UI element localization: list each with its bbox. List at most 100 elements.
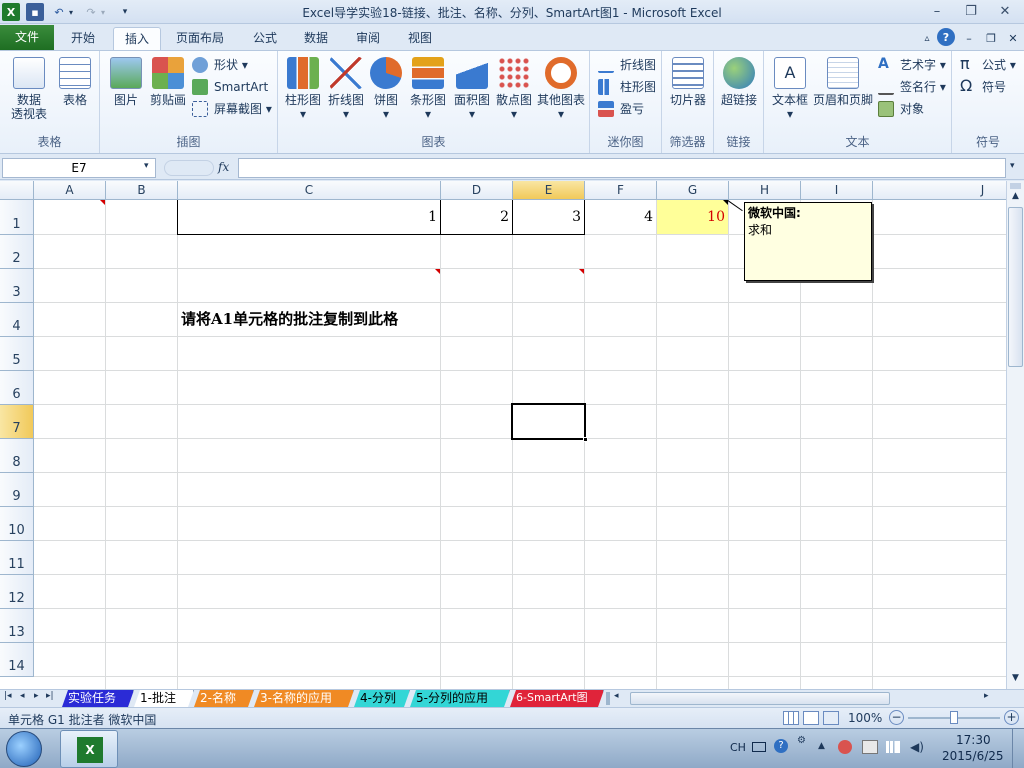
restore-icon[interactable]: ❐	[958, 2, 984, 21]
zoom-slider-thumb[interactable]	[950, 711, 958, 724]
signal-tray-icon[interactable]	[886, 741, 900, 753]
taskbar-excel-button[interactable]: X	[60, 730, 118, 768]
smartart-button[interactable]: SmartArt	[192, 77, 268, 97]
row-header-1[interactable]: 1	[0, 200, 34, 235]
doc-restore-icon[interactable]: ❐	[982, 29, 1000, 47]
row-header-12[interactable]: 12	[0, 575, 34, 609]
sparkline-line-button[interactable]: 折线图	[598, 55, 656, 75]
tab-data[interactable]: 数据	[293, 27, 339, 50]
tray-options-icon[interactable]: ⚙	[797, 735, 806, 746]
minimize-icon[interactable]: –	[924, 2, 950, 21]
next-sheet-icon[interactable]: ▸	[34, 691, 39, 701]
hyperlink-button[interactable]: 超链接	[716, 57, 762, 107]
column-header-c[interactable]: C	[178, 181, 441, 200]
page-layout-view-icon[interactable]	[803, 711, 819, 725]
tab-file[interactable]: 文件	[0, 25, 54, 50]
first-sheet-icon[interactable]: |◂	[4, 691, 12, 701]
cell-c4[interactable]: 请将A1单元格的批注复制到此格	[178, 303, 440, 337]
fill-handle[interactable]	[583, 437, 588, 442]
sparkline-column-button[interactable]: 柱形图	[598, 77, 656, 97]
picture-button[interactable]: 图片	[104, 57, 148, 107]
row-header-2[interactable]: 2	[0, 235, 34, 269]
row-header-5[interactable]: 5	[0, 337, 34, 371]
row-header-13[interactable]: 13	[0, 609, 34, 643]
tab-review[interactable]: 审阅	[345, 27, 391, 50]
cell-d1[interactable]: 2	[441, 201, 512, 235]
column-chart-button[interactable]: 柱形图 ▾	[282, 57, 324, 121]
insert-function-button[interactable]: fx	[218, 160, 229, 174]
close-icon[interactable]: ✕	[992, 2, 1018, 21]
other-charts-button[interactable]: 其他图表 ▾	[534, 57, 588, 121]
formula-splitter-icon[interactable]	[164, 160, 214, 176]
sparkline-winloss-button[interactable]: 盈亏	[598, 99, 644, 119]
clipart-button[interactable]: 剪贴画	[146, 57, 190, 107]
show-hidden-icons[interactable]: ▲	[818, 741, 825, 751]
tab-formulas[interactable]: 公式	[242, 27, 288, 50]
zoom-out-icon[interactable]: −	[889, 710, 904, 725]
symbol-button[interactable]: Ω 符号	[960, 77, 1006, 97]
tab-insert[interactable]: 插入	[113, 27, 162, 50]
table-button[interactable]: 表格	[54, 57, 96, 107]
show-desktop-button[interactable]	[1012, 729, 1024, 768]
clock-time[interactable]: 17:30	[956, 733, 991, 747]
sheet-tab-names[interactable]: 2-名称	[194, 690, 254, 707]
column-header-d[interactable]: D	[441, 181, 513, 200]
sheet-tab-tasks[interactable]: 实验任务	[62, 690, 134, 707]
tab-split-handle[interactable]	[606, 692, 610, 705]
row-header-7[interactable]: 7	[0, 405, 34, 439]
textbox-button[interactable]: A 文本框 ▾	[768, 57, 812, 121]
name-box[interactable]: E7	[2, 158, 156, 178]
row-header-3[interactable]: 3	[0, 269, 34, 303]
screenshot-button[interactable]: 屏幕截图 ▾	[192, 99, 272, 119]
help-icon[interactable]: ?	[937, 28, 955, 46]
shapes-button[interactable]: 形状 ▾	[192, 55, 248, 75]
tab-home[interactable]: 开始	[60, 27, 106, 50]
sheet-tab-names-usage[interactable]: 3-名称的应用	[254, 690, 354, 707]
column-header-h[interactable]: H	[729, 181, 801, 200]
h-scroll-left-icon[interactable]: ◂	[614, 691, 619, 701]
sheet-tab-comments[interactable]: 1-批注	[134, 690, 194, 707]
pivottable-button[interactable]: 数据 透视表	[4, 57, 54, 121]
column-header-i[interactable]: I	[801, 181, 873, 200]
h-scroll-right-icon[interactable]: ▸	[984, 691, 989, 701]
formula-input[interactable]	[238, 158, 1006, 178]
comment-box[interactable]: 微软中国: 求和	[744, 202, 872, 281]
sheet-tab-split[interactable]: 4-分列	[354, 690, 410, 707]
clock-date[interactable]: 2015/6/25	[942, 749, 1004, 763]
column-header-a[interactable]: A	[34, 181, 106, 200]
vertical-scrollbar[interactable]: ▲ ▼	[1006, 181, 1024, 689]
page-break-view-icon[interactable]	[823, 711, 839, 725]
scroll-down-icon[interactable]: ▼	[1008, 673, 1023, 687]
object-button[interactable]: 对象	[878, 99, 924, 119]
cell-c1[interactable]: 1	[178, 201, 440, 235]
zoom-in-icon[interactable]: +	[1004, 710, 1019, 725]
header-footer-button[interactable]: 页眉和页脚	[812, 57, 874, 107]
sheet-tab-smartart[interactable]: 6-SmartArt图	[510, 690, 604, 707]
column-header-f[interactable]: F	[585, 181, 657, 200]
line-chart-button[interactable]: 折线图 ▾	[324, 57, 368, 121]
tab-view[interactable]: 视图	[397, 27, 443, 50]
zoom-level[interactable]: 100%	[848, 711, 882, 725]
help-tray-icon[interactable]: ?	[774, 739, 788, 753]
row-header-14[interactable]: 14	[0, 643, 34, 677]
signature-line-button[interactable]: 签名行 ▾	[878, 77, 946, 97]
last-sheet-icon[interactable]: ▸|	[46, 691, 54, 701]
expand-formula-icon[interactable]: ▾	[1010, 161, 1015, 171]
column-header-e[interactable]: E	[513, 181, 585, 200]
row-header-8[interactable]: 8	[0, 439, 34, 473]
volume-tray-icon[interactable]: ◀)	[910, 740, 924, 754]
column-header-g[interactable]: G	[657, 181, 729, 200]
start-button-icon[interactable]	[6, 731, 42, 767]
scroll-up-icon[interactable]: ▲	[1008, 191, 1023, 205]
prev-sheet-icon[interactable]: ◂	[20, 691, 25, 701]
active-cell-e7[interactable]	[511, 403, 588, 442]
column-header-b[interactable]: B	[106, 181, 178, 200]
input-language[interactable]: CH	[730, 741, 746, 754]
doc-minimize-icon[interactable]: –	[960, 29, 978, 47]
network-tray-icon[interactable]	[862, 740, 878, 754]
wordart-button[interactable]: A 艺术字 ▾	[878, 55, 946, 75]
slicer-button[interactable]: 切片器	[664, 57, 712, 107]
row-header-9[interactable]: 9	[0, 473, 34, 507]
row-header-4[interactable]: 4	[0, 303, 34, 337]
sheet-tab-split-usage[interactable]: 5-分列的应用	[410, 690, 510, 707]
